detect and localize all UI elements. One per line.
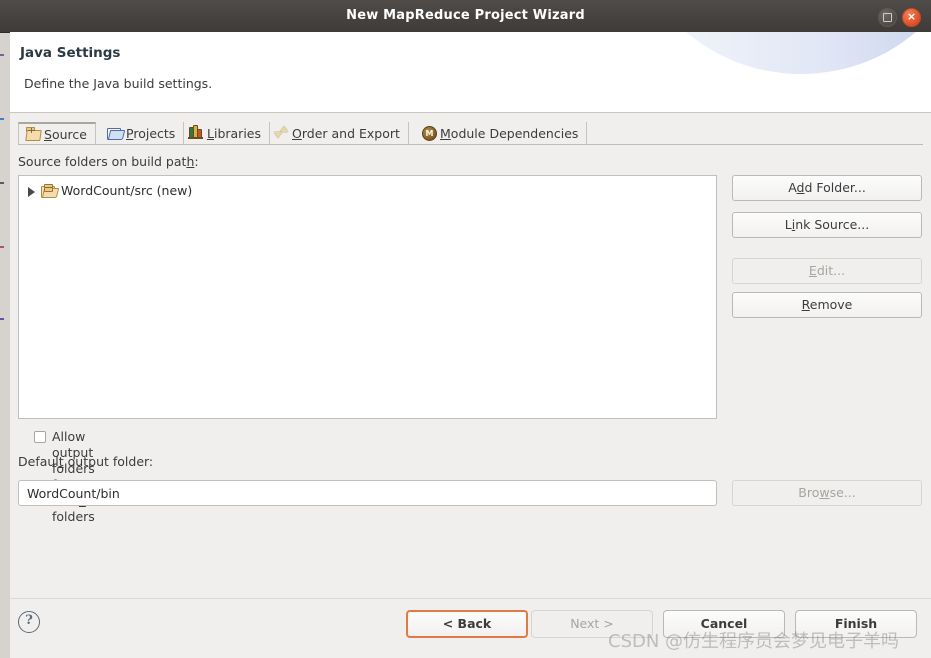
allow-output-folders-label: Allow output folders for source folders xyxy=(52,429,95,524)
help-icon[interactable]: ? xyxy=(18,611,40,633)
module-icon: M xyxy=(421,125,437,141)
list-item-label: WordCount/src (new) xyxy=(61,183,193,198)
default-output-folder-label: Default output folder: xyxy=(18,454,154,469)
close-icon[interactable]: × xyxy=(902,8,921,27)
dialog-footer: ? < Back Next > Cancel Finish xyxy=(10,599,931,658)
tab-order-and-export[interactable]: Order and Export xyxy=(267,122,409,144)
package-icon xyxy=(25,126,42,141)
tab-module-dependencies-label: Module Dependencies xyxy=(440,126,579,141)
order-arrows-icon xyxy=(273,125,289,140)
allow-output-folders-checkbox[interactable] xyxy=(34,431,46,443)
maximize-glyph xyxy=(883,13,892,22)
tab-module-dependencies[interactable]: M Module Dependencies xyxy=(415,122,588,144)
window-title: New MapReduce Project Wizard xyxy=(346,8,585,23)
link-source-button[interactable]: Link Source... xyxy=(732,212,922,238)
folder-open-icon xyxy=(107,125,126,140)
tab-projects[interactable]: Projects xyxy=(101,122,185,144)
back-button[interactable]: < Back xyxy=(406,610,528,638)
wizard-header: Java Settings Define the Java build sett… xyxy=(10,32,931,112)
edit-button: Edit... xyxy=(732,258,922,284)
page-title: Java Settings xyxy=(20,45,121,61)
finish-button[interactable]: Finish xyxy=(795,610,917,638)
source-folders-label: Source folders on build path: xyxy=(18,154,199,169)
browse-button: Browse... xyxy=(732,480,922,506)
source-folder-icon xyxy=(41,184,60,198)
close-glyph: × xyxy=(906,10,917,23)
list-item[interactable]: WordCount/src (new) xyxy=(19,182,716,200)
tab-source[interactable]: Source xyxy=(18,122,96,144)
tab-libraries[interactable]: Libraries xyxy=(182,122,270,144)
cancel-button[interactable]: Cancel xyxy=(663,610,785,638)
tab-order-and-export-label: Order and Export xyxy=(292,126,400,141)
default-output-folder-input[interactable] xyxy=(18,480,717,506)
wizard-dialog: New MapReduce Project Wizard × Java Sett… xyxy=(0,0,931,658)
source-folders-list[interactable]: WordCount/src (new) xyxy=(18,175,717,419)
books-icon xyxy=(188,125,204,140)
tab-libraries-label: Libraries xyxy=(207,126,261,141)
tab-source-label: Source xyxy=(44,127,87,142)
header-decoration xyxy=(631,32,931,74)
page-subtitle: Define the Java build settings. xyxy=(24,76,213,91)
next-button: Next > xyxy=(531,610,653,638)
tab-bar: Source Projects Libraries Order and Expo… xyxy=(18,122,923,144)
add-folder-button[interactable]: Add Folder... xyxy=(732,175,922,201)
maximize-icon[interactable] xyxy=(878,8,897,27)
remove-button[interactable]: Remove xyxy=(732,292,922,318)
tab-projects-label: Projects xyxy=(126,126,176,141)
chevron-right-icon[interactable] xyxy=(28,187,35,197)
dialog-body: Source Projects Libraries Order and Expo… xyxy=(10,113,931,598)
title-bar: New MapReduce Project Wizard × xyxy=(0,0,931,33)
tab-underline xyxy=(18,144,923,145)
